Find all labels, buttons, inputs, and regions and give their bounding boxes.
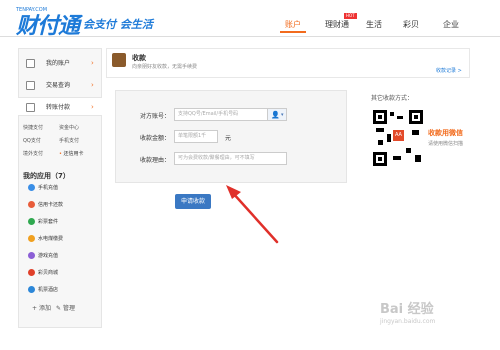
tenpay-center-icon: AA <box>392 129 405 142</box>
qr-finder-icon <box>373 152 387 166</box>
qr-module <box>393 156 401 160</box>
qr-title-text: 收款用微信 <box>428 129 463 137</box>
wechat-qr-code: AA <box>373 110 423 166</box>
qr-module <box>397 116 403 119</box>
qr-module <box>406 148 411 153</box>
baidu-watermark-url: jingyan.baidu.com <box>380 318 436 325</box>
qr-module <box>376 128 384 132</box>
qr-module <box>390 112 394 116</box>
qr-finder-icon <box>373 110 387 124</box>
qr-module <box>412 130 419 135</box>
qr-module <box>387 134 391 142</box>
other-methods-label: 其它收款方式： <box>371 95 414 102</box>
qr-module <box>378 140 383 145</box>
qr-module <box>415 155 421 162</box>
baidu-watermark: Bai 经验 <box>380 302 434 317</box>
qr-note: 请使用微信扫描 <box>428 141 464 147</box>
qr-finder-icon <box>409 110 423 124</box>
qr-title: 收款用微信 <box>428 128 463 138</box>
